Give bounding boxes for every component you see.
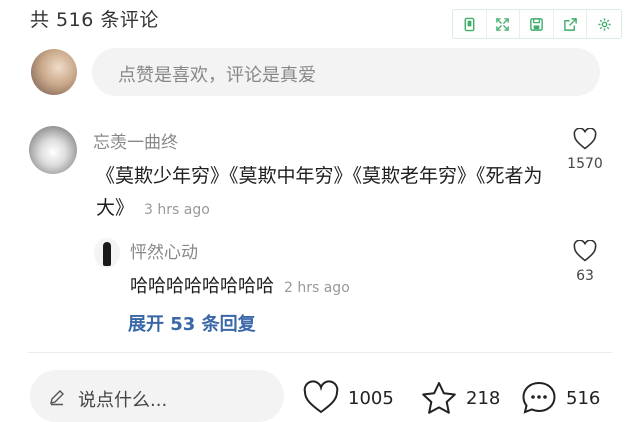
comment-count: 共 516 条评论 bbox=[30, 9, 159, 31]
reply-like-button[interactable]: 63 bbox=[562, 240, 608, 284]
favorite-button[interactable]: 218 bbox=[420, 380, 500, 416]
reply-body: 哈哈哈哈哈哈哈哈 2 hrs ago bbox=[130, 272, 350, 298]
comment-like-button[interactable]: 1570 bbox=[562, 128, 608, 172]
avatar[interactable] bbox=[94, 238, 120, 268]
share-button[interactable] bbox=[554, 10, 588, 38]
mobile-icon bbox=[464, 17, 475, 31]
expand-replies-link[interactable]: 展开 53 条回复 bbox=[128, 310, 256, 336]
expand-icon bbox=[496, 17, 510, 31]
mobile-view-button[interactable] bbox=[453, 10, 487, 38]
reply-author[interactable]: 怦然心动 bbox=[130, 238, 198, 263]
comment-input-placeholder: 点赞是喜欢，评论是真爱 bbox=[118, 65, 316, 86]
bottom-comment-input[interactable]: 说点什么... bbox=[30, 370, 284, 422]
chat-bubble-icon bbox=[522, 381, 556, 414]
avatar[interactable] bbox=[31, 49, 77, 95]
comment-author[interactable]: 忘羡一曲终 bbox=[93, 128, 178, 153]
favorite-count: 218 bbox=[466, 387, 501, 409]
comment-body: 《莫欺少年穷》《莫欺中年穷》《莫欺老年穷》《死者为大》 3 hrs ago bbox=[96, 160, 546, 226]
save-icon bbox=[530, 17, 543, 31]
comment-time: 3 hrs ago bbox=[144, 202, 210, 218]
like-button[interactable]: 1005 bbox=[302, 380, 394, 416]
comment-like-count: 1570 bbox=[567, 156, 603, 172]
reply-like-count: 63 bbox=[576, 268, 594, 284]
reply-item: 怦然心动 哈哈哈哈哈哈哈哈 2 hrs ago bbox=[94, 236, 618, 306]
bottom-bar: 说点什么... 1005 218 516 bbox=[0, 370, 640, 422]
settings-button[interactable] bbox=[587, 10, 621, 38]
comment-input[interactable]: 点赞是喜欢，评论是真爱 bbox=[92, 48, 600, 96]
tool-bar bbox=[452, 9, 622, 39]
comment-item: 忘羡一曲终 《莫欺少年穷》《莫欺中年穷》《莫欺老年穷》《死者为大》 3 hrs a… bbox=[28, 124, 618, 224]
like-count: 1005 bbox=[348, 387, 394, 409]
heart-icon bbox=[573, 240, 597, 262]
reply-text: 哈哈哈哈哈哈哈哈 bbox=[130, 276, 274, 297]
save-button[interactable] bbox=[520, 10, 554, 38]
pencil-icon bbox=[50, 390, 64, 406]
reply-time: 2 hrs ago bbox=[284, 280, 350, 296]
comment-count-bottom: 516 bbox=[566, 387, 601, 409]
comments-button[interactable]: 516 bbox=[520, 380, 600, 416]
comments-header: 共 516 条评论 bbox=[0, 0, 640, 39]
heart-icon bbox=[573, 128, 597, 150]
fullscreen-button[interactable] bbox=[487, 10, 521, 38]
star-icon bbox=[422, 382, 456, 414]
avatar[interactable] bbox=[29, 126, 77, 174]
heart-icon bbox=[303, 380, 339, 414]
share-icon bbox=[563, 17, 577, 31]
comment-compose: 点赞是喜欢，评论是真爱 bbox=[28, 46, 608, 102]
settings-icon bbox=[598, 17, 611, 31]
divider bbox=[28, 352, 612, 353]
bottom-input-placeholder: 说点什么... bbox=[78, 390, 168, 411]
